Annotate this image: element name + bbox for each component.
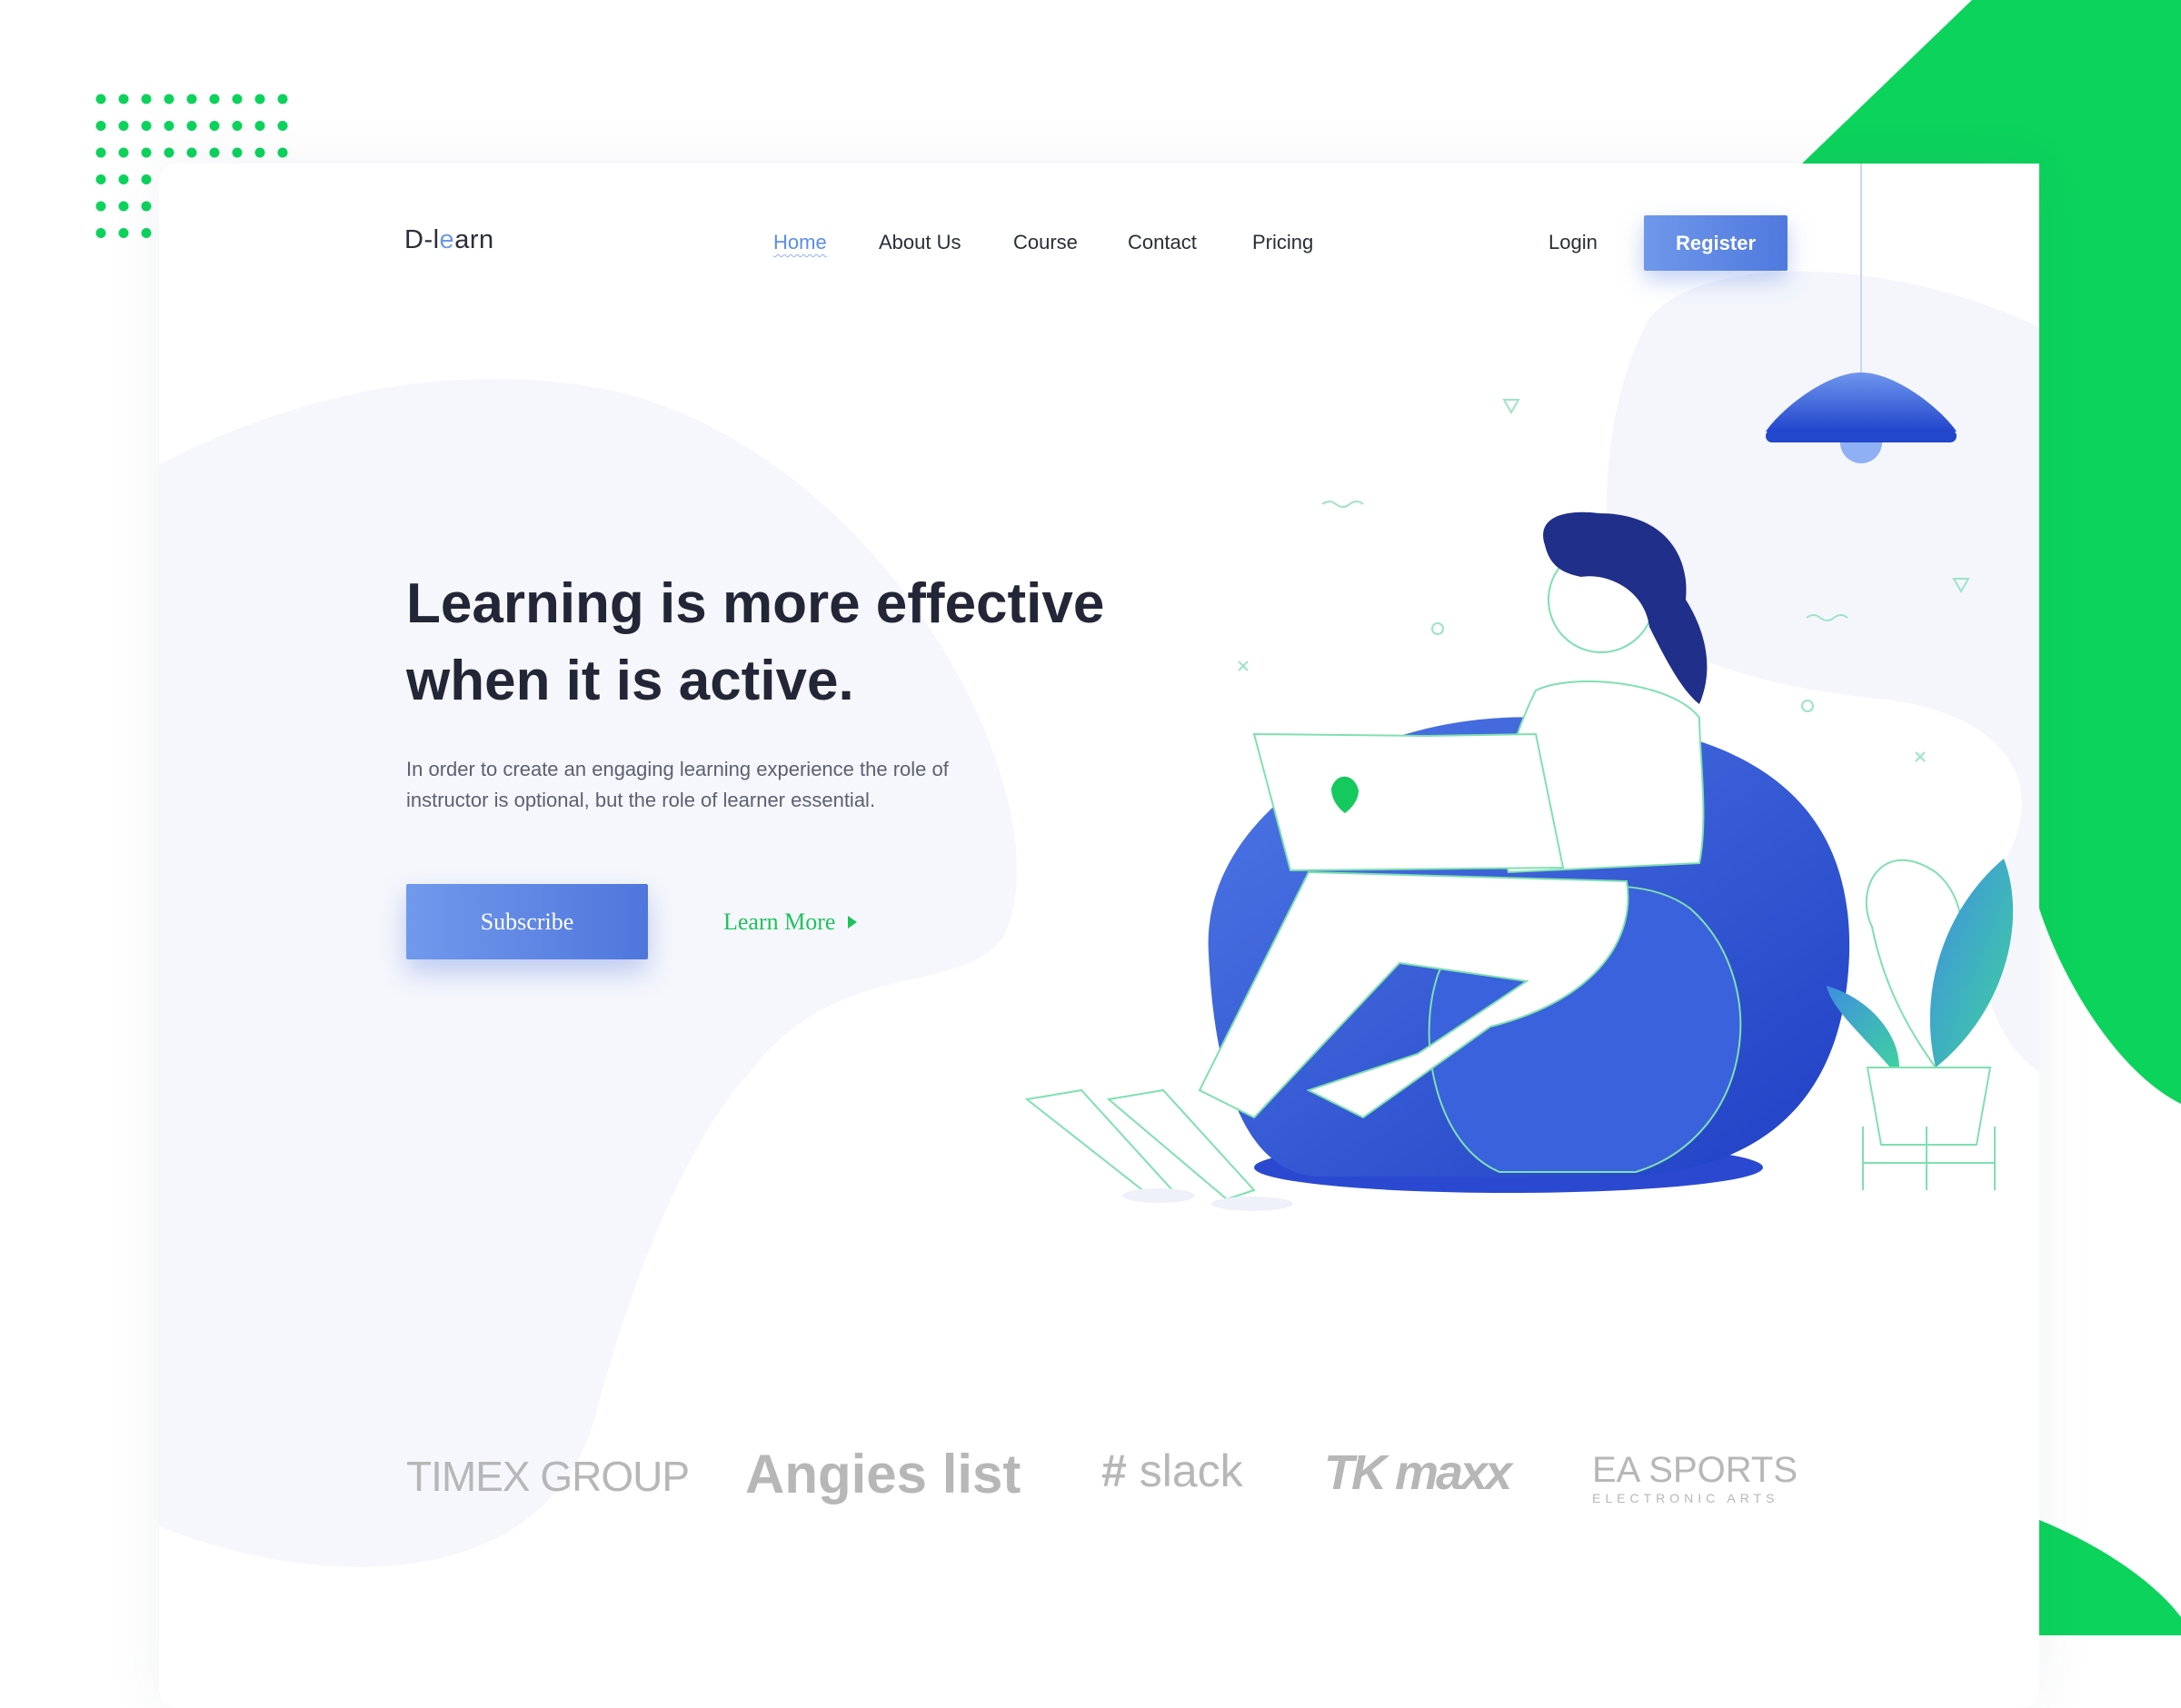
brand-ea-sports: EA SPORTS ELECTRONIC ARTS [1592, 1450, 1798, 1505]
hero-illustration [1024, 164, 2014, 1211]
brand-tkmaxx: TK maxx [1324, 1445, 1512, 1500]
plant-icon [1827, 859, 2014, 1190]
brand-timex: TIMEX GROUP [406, 1453, 690, 1500]
brand-angies-list: Angies list [745, 1444, 1021, 1504]
lamp-icon [1766, 164, 1957, 463]
brand-slack: # slack [1101, 1445, 1243, 1496]
